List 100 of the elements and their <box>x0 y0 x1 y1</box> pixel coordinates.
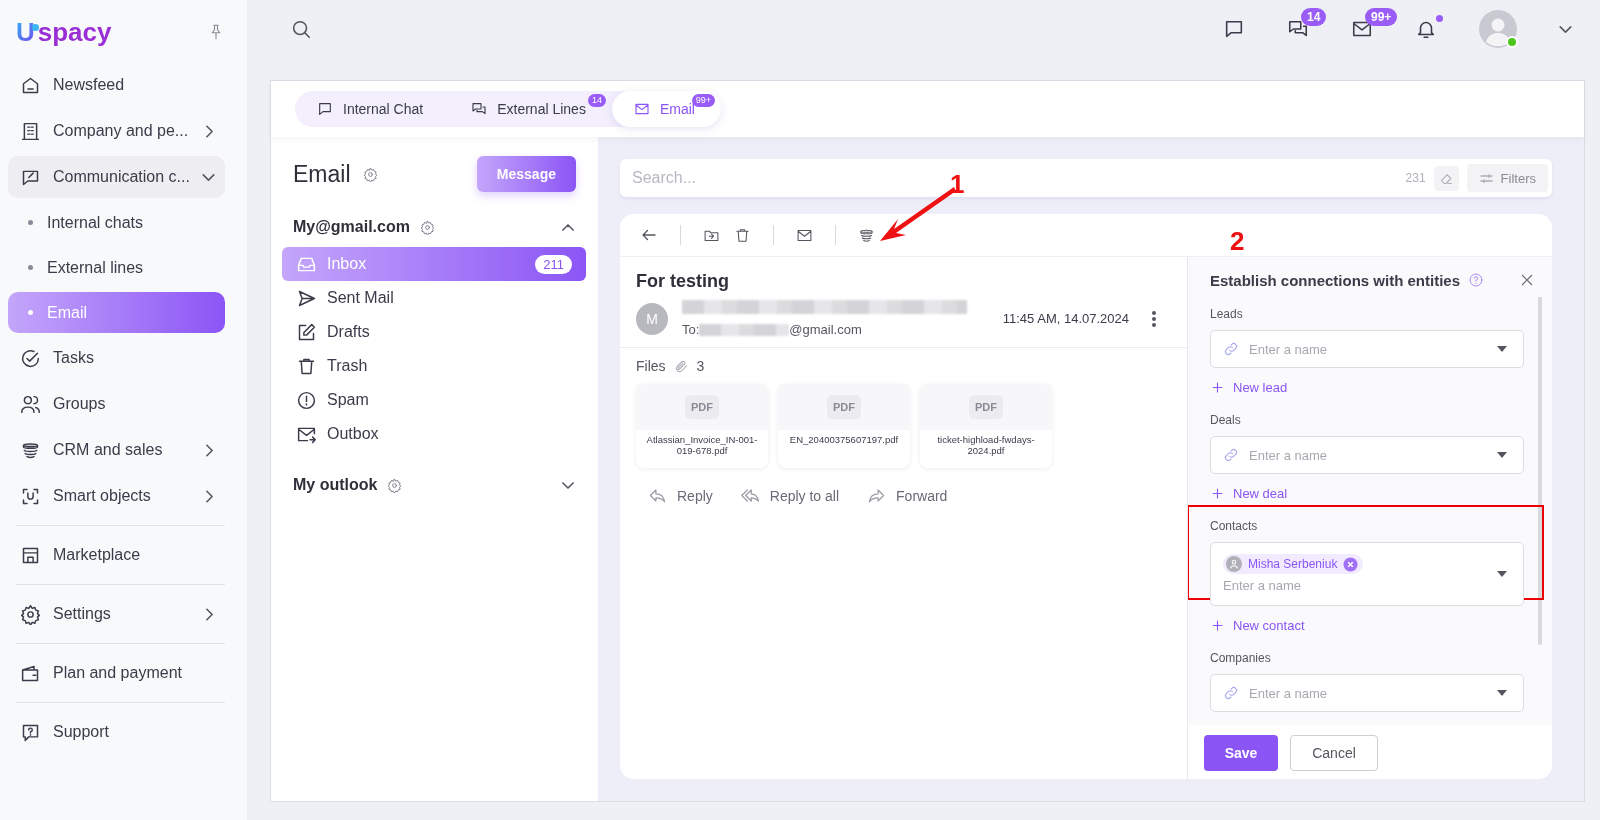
chevron-icon <box>206 124 213 138</box>
entity-select[interactable]: Enter a name <box>1210 330 1524 368</box>
nav-item[interactable]: Support <box>8 711 225 753</box>
mail-icon <box>633 101 650 117</box>
chat-icon <box>317 101 333 117</box>
message-action[interactable]: Forward <box>867 486 948 505</box>
tab[interactable]: Internal Chat <box>295 91 450 127</box>
nav-item[interactable]: Groups <box>8 383 225 425</box>
nav-item[interactable]: Communication c... <box>8 156 225 198</box>
file-name: ticket-highload-fwdays-2024.pdf <box>936 433 1036 457</box>
nav-item[interactable]: Newsfeed <box>8 64 225 106</box>
annotation-number: 2 <box>1230 228 1245 254</box>
remove-icon[interactable] <box>1343 556 1359 572</box>
folder-item[interactable]: Trash <box>282 349 586 383</box>
count-badge: 99+ <box>1365 8 1398 26</box>
nav-item[interactable]: Settings <box>8 593 225 635</box>
file-type: PDF <box>827 395 861 419</box>
settings-icon[interactable] <box>362 166 378 182</box>
recipient-label: To: <box>682 322 700 337</box>
logo[interactable]: Uspacy <box>16 16 112 48</box>
chevron-icon[interactable] <box>562 481 574 489</box>
link-icon <box>1223 341 1239 357</box>
forward-icon <box>867 486 887 505</box>
name-input[interactable]: Enter a name <box>1249 684 1487 702</box>
caret-icon <box>1497 346 1507 352</box>
plus-icon <box>1210 618 1225 633</box>
users-icon <box>20 393 41 415</box>
add-link[interactable]: New lead <box>1210 380 1524 395</box>
message-action[interactable]: Reply <box>648 486 713 505</box>
reply-all-icon <box>740 486 760 505</box>
entity-select[interactable]: Enter a name <box>1210 436 1524 474</box>
sender-avatar: M <box>636 302 668 335</box>
scrollbar-thumb[interactable] <box>1538 297 1542 645</box>
field-label: Contacts <box>1210 519 1259 533</box>
contact-chip[interactable]: Misha Serbeniuk <box>1223 554 1364 574</box>
entity-select[interactable]: Enter a name <box>1210 674 1524 712</box>
field-label: Deals <box>1210 413 1242 427</box>
account-name[interactable]: My@gmail.com <box>293 218 410 236</box>
caret-icon <box>1497 571 1507 577</box>
count-badge: 14 <box>1301 8 1327 26</box>
chats-icon <box>471 101 488 117</box>
user-icon <box>1227 557 1241 571</box>
settings-icon[interactable] <box>387 477 403 493</box>
chevron-icon <box>206 443 213 457</box>
nav-item[interactable]: Marketplace <box>8 534 225 576</box>
account-name[interactable]: My outlook <box>293 476 378 494</box>
file-name: Atlassian_Invoice_IN-001-019-678.pdf <box>645 433 759 457</box>
folder-item[interactable]: Drafts <box>282 315 586 349</box>
message-action[interactable]: Reply to all <box>740 486 840 505</box>
building-icon <box>20 120 41 142</box>
chevron-icon[interactable] <box>562 223 574 231</box>
chat-icon[interactable] <box>1223 18 1245 40</box>
message-time: 11:45 AM, 14.07.2024 <box>1002 311 1129 326</box>
nav-item[interactable]: CRM and sales <box>8 429 225 471</box>
nav-item[interactable]: Company and pe... <box>8 110 225 152</box>
count-badge: 211 <box>535 254 572 274</box>
name-input[interactable]: Enter a name <box>1223 576 1507 594</box>
folder-item[interactable]: Inbox 211 <box>282 247 586 281</box>
link-icon <box>1223 685 1239 701</box>
alert-icon <box>296 389 317 411</box>
paperclip-icon <box>673 358 689 374</box>
file-type: PDF <box>969 395 1003 419</box>
name-input[interactable]: Enter a name <box>1249 340 1487 358</box>
search-icon[interactable] <box>290 18 312 40</box>
file-name: EN_20400375607197.pdf <box>788 433 900 446</box>
folder-item[interactable]: Spam <box>282 383 586 417</box>
add-link[interactable]: New deal <box>1210 486 1524 501</box>
message-subject: For testing <box>636 271 730 292</box>
tab[interactable]: Email $^{99+}$ <box>611 91 721 127</box>
save-button[interactable]: Save <box>1204 735 1278 771</box>
add-link[interactable]: New contact <box>1210 618 1524 633</box>
settings-icon[interactable] <box>419 219 435 235</box>
plus-icon <box>1210 486 1225 501</box>
files-count: 3 <box>696 358 705 374</box>
nav-item[interactable]: Tasks <box>8 337 225 379</box>
chevron-down-icon[interactable] <box>1559 25 1572 33</box>
reply-icon <box>648 486 667 505</box>
trash-icon[interactable] <box>734 226 751 244</box>
field-label: Companies <box>1210 651 1272 665</box>
files-label: Files <box>636 358 666 374</box>
nav-item[interactable]: Plan and payment <box>8 652 225 694</box>
file-type: PDF <box>685 395 719 419</box>
folder-item[interactable]: Outbox <box>282 417 586 451</box>
caret-icon <box>1497 452 1507 458</box>
count-badge: 14 <box>587 94 606 107</box>
entity-select[interactable]: Misha Serbeniuk Enter a name <box>1210 542 1524 606</box>
edit-icon <box>296 321 317 343</box>
link-icon <box>1223 447 1239 463</box>
plus-icon <box>1210 380 1225 395</box>
name-input[interactable]: Enter a name <box>1249 446 1487 464</box>
more-icon[interactable] <box>1151 309 1157 328</box>
tab[interactable]: External Lines $^{14}$ <box>449 91 612 127</box>
page-title: Email <box>293 160 351 188</box>
chevron-icon <box>201 173 215 181</box>
nav-subitem[interactable]: External lines <box>8 247 225 288</box>
nav-subitem[interactable]: Internal chats <box>8 202 225 243</box>
nav-item[interactable]: Smart objects <box>8 475 225 517</box>
cancel-button[interactable]: Cancel <box>1290 735 1378 771</box>
folder-item[interactable]: Sent Mail <box>282 281 586 315</box>
chevron-icon <box>206 607 213 621</box>
